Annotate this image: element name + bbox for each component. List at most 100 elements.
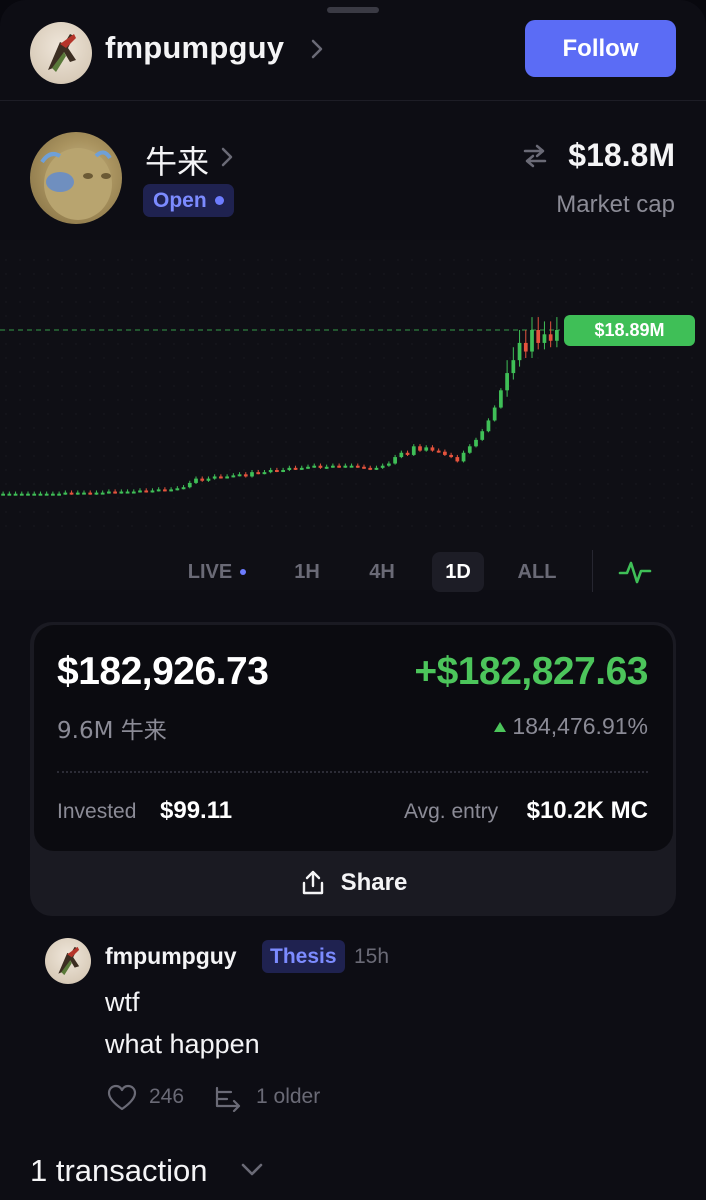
- candle-body[interactable]: [1, 493, 5, 496]
- candle-body[interactable]: [399, 452, 404, 458]
- candle-body[interactable]: [380, 465, 385, 468]
- chevron-down-icon[interactable]: [240, 1162, 264, 1178]
- candle-body[interactable]: [125, 491, 130, 494]
- candle-body[interactable]: [337, 465, 341, 468]
- candle-body[interactable]: [32, 493, 37, 496]
- candle-body[interactable]: [324, 466, 329, 469]
- candle-body[interactable]: [225, 476, 229, 479]
- tab-1h[interactable]: 1H: [283, 552, 331, 592]
- candle-body[interactable]: [299, 467, 304, 470]
- candle-body[interactable]: [206, 478, 211, 481]
- candle-body[interactable]: [156, 489, 161, 492]
- candle-body[interactable]: [231, 475, 236, 478]
- candle-body[interactable]: [51, 493, 55, 496]
- candle-body[interactable]: [138, 490, 142, 493]
- candle-body[interactable]: [212, 476, 217, 479]
- candle-body[interactable]: [293, 467, 298, 470]
- candle-body[interactable]: [237, 474, 242, 477]
- candle-body[interactable]: [262, 472, 267, 475]
- candle-body[interactable]: [430, 447, 435, 451]
- candle-body[interactable]: [181, 487, 186, 490]
- candle-body[interactable]: [243, 474, 248, 477]
- chevron-right-icon[interactable]: [220, 146, 234, 168]
- candle-body[interactable]: [144, 490, 149, 493]
- chart-type-icon[interactable]: [618, 558, 652, 586]
- user-avatar[interactable]: [30, 22, 92, 84]
- candle-body[interactable]: [480, 431, 485, 440]
- candle-body[interactable]: [368, 467, 373, 470]
- candle-body[interactable]: [194, 478, 198, 483]
- candle-body[interactable]: [411, 446, 416, 455]
- chevron-right-icon[interactable]: [310, 38, 324, 60]
- candle-body[interactable]: [318, 465, 323, 468]
- candle-body[interactable]: [82, 492, 86, 495]
- candle-body[interactable]: [275, 470, 279, 472]
- candle-body[interactable]: [405, 452, 410, 455]
- candle-body[interactable]: [169, 489, 173, 492]
- candle-body[interactable]: [474, 439, 478, 447]
- candle-body[interactable]: [542, 334, 547, 343]
- candle-body[interactable]: [306, 466, 310, 469]
- candle-body[interactable]: [530, 330, 534, 352]
- tab-1d[interactable]: 1D: [432, 552, 484, 592]
- token-name[interactable]: 牛来: [145, 137, 209, 183]
- candlestick-chart[interactable]: [0, 240, 706, 540]
- candle-body[interactable]: [94, 492, 99, 495]
- candle-body[interactable]: [499, 390, 503, 408]
- candle-body[interactable]: [256, 472, 261, 475]
- candle-body[interactable]: [548, 334, 553, 341]
- candle-body[interactable]: [7, 493, 12, 496]
- candle-body[interactable]: [355, 465, 360, 468]
- candle-body[interactable]: [200, 478, 205, 481]
- candle-body[interactable]: [187, 482, 192, 488]
- candle-body[interactable]: [387, 463, 391, 466]
- comment-username[interactable]: fmpumpguy: [105, 943, 237, 970]
- candle-body[interactable]: [163, 489, 167, 492]
- candle-body[interactable]: [63, 492, 68, 495]
- candle-body[interactable]: [461, 452, 466, 462]
- follow-button[interactable]: Follow: [525, 20, 676, 77]
- candle-body[interactable]: [505, 373, 509, 391]
- candle-body[interactable]: [555, 330, 559, 341]
- candle-body[interactable]: [393, 457, 397, 464]
- candle-body[interactable]: [175, 488, 180, 491]
- candle-body[interactable]: [467, 446, 472, 453]
- candle-body[interactable]: [13, 493, 18, 496]
- transactions-toggle[interactable]: 1 transaction: [30, 1153, 208, 1189]
- heart-icon[interactable]: [107, 1084, 137, 1112]
- candle-body[interactable]: [343, 465, 348, 468]
- candle-body[interactable]: [536, 330, 541, 343]
- candle-body[interactable]: [19, 493, 24, 496]
- candle-body[interactable]: [57, 493, 61, 496]
- candle-body[interactable]: [268, 470, 273, 473]
- candle-body[interactable]: [418, 446, 422, 451]
- thread-icon[interactable]: [213, 1084, 245, 1112]
- candle-body[interactable]: [511, 360, 516, 374]
- candle-body[interactable]: [119, 491, 124, 494]
- candle-body[interactable]: [150, 490, 155, 493]
- swap-arrows-icon[interactable]: [521, 143, 549, 169]
- older-replies-link[interactable]: 1 older: [256, 1085, 320, 1109]
- candle-body[interactable]: [449, 454, 453, 458]
- candle-body[interactable]: [26, 493, 30, 496]
- share-button[interactable]: Share: [30, 851, 676, 915]
- candle-body[interactable]: [44, 493, 49, 496]
- candle-body[interactable]: [113, 491, 117, 494]
- candle-body[interactable]: [424, 447, 429, 451]
- candle-body[interactable]: [492, 407, 497, 421]
- candle-body[interactable]: [443, 451, 447, 455]
- candle-body[interactable]: [100, 492, 105, 495]
- candle-body[interactable]: [38, 493, 43, 496]
- candle-body[interactable]: [281, 470, 285, 472]
- candle-body[interactable]: [523, 342, 528, 352]
- candle-body[interactable]: [287, 467, 292, 470]
- token-avatar[interactable]: [30, 132, 122, 224]
- candle-body[interactable]: [107, 491, 111, 494]
- tab-all[interactable]: ALL: [507, 552, 567, 592]
- candle-body[interactable]: [88, 492, 93, 495]
- candle-body[interactable]: [219, 476, 223, 479]
- candle-body[interactable]: [374, 467, 379, 470]
- like-count[interactable]: 246: [149, 1085, 184, 1109]
- candle-body[interactable]: [331, 465, 335, 468]
- candle-body[interactable]: [69, 492, 74, 495]
